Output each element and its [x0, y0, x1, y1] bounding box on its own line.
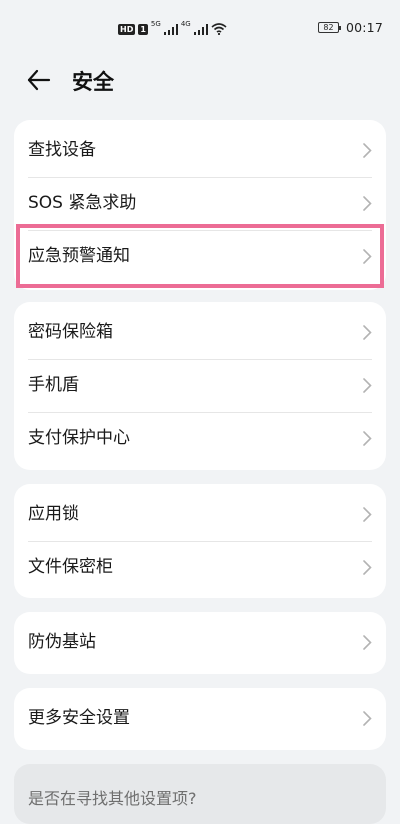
network-type-2: 4G — [180, 20, 191, 28]
chevron-right-icon — [363, 711, 372, 726]
chevron-right-icon — [363, 378, 372, 393]
settings-group-2: 密码保险箱 手机盾 支付保护中心 — [14, 302, 386, 470]
chevron-right-icon — [363, 249, 372, 264]
chevron-right-icon — [363, 635, 372, 650]
hint-text: 是否在寻找其他设置项? — [28, 789, 197, 808]
signal-icon — [193, 23, 208, 35]
network-indicators: HD 1 5G 4G — [118, 20, 227, 37]
chevron-right-icon — [363, 431, 372, 446]
sos-emergency-item[interactable]: SOS 紧急求助 — [14, 177, 386, 230]
item-label: SOS 紧急求助 — [28, 193, 137, 213]
network-type-1: 5G — [150, 20, 161, 28]
chevron-right-icon — [363, 325, 372, 340]
anti-fake-base-station-item[interactable]: 防伪基站 — [14, 616, 386, 669]
sim-badge: 1 — [138, 23, 148, 35]
battery-icon: 82 — [317, 22, 341, 33]
chevron-right-icon — [363, 560, 372, 575]
item-label: 查找设备 — [28, 140, 96, 160]
item-label: 更多安全设置 — [28, 708, 130, 728]
page-title: 安全 — [72, 70, 114, 94]
emergency-alert-item[interactable]: 应急预警通知 — [14, 230, 386, 283]
settings-group-3: 应用锁 文件保密柜 — [14, 484, 386, 598]
find-device-item[interactable]: 查找设备 — [14, 124, 386, 177]
item-label: 手机盾 — [28, 375, 79, 395]
item-label: 密码保险箱 — [28, 322, 113, 342]
phone-shield-item[interactable]: 手机盾 — [14, 359, 386, 412]
search-settings-hint-card: 是否在寻找其他设置项? — [14, 764, 386, 824]
hd-badge: HD — [118, 23, 136, 35]
item-label: 文件保密柜 — [28, 557, 113, 577]
password-vault-item[interactable]: 密码保险箱 — [14, 306, 386, 359]
wifi-icon — [211, 23, 227, 35]
item-label: 支付保护中心 — [28, 428, 130, 448]
settings-group-1: 查找设备 SOS 紧急求助 应急预警通知 — [14, 120, 386, 290]
back-arrow-icon — [27, 69, 51, 91]
item-label: 应急预警通知 — [28, 246, 130, 266]
header: 安全 — [0, 58, 400, 104]
app-lock-item[interactable]: 应用锁 — [14, 488, 386, 541]
item-label: 防伪基站 — [28, 632, 96, 652]
chevron-right-icon — [363, 196, 372, 211]
status-bar: HD 1 5G 4G 82 00:17 — [0, 0, 400, 58]
settings-group-4: 防伪基站 — [14, 612, 386, 674]
status-right: 82 00:17 — [317, 20, 383, 35]
chevron-right-icon — [363, 507, 372, 522]
item-label: 应用锁 — [28, 504, 79, 524]
clock: 00:17 — [345, 20, 383, 35]
chevron-right-icon — [363, 143, 372, 158]
file-safe-item[interactable]: 文件保密柜 — [14, 541, 386, 594]
payment-protection-item[interactable]: 支付保护中心 — [14, 412, 386, 465]
signal-icon — [163, 23, 178, 35]
back-button[interactable] — [26, 67, 52, 93]
settings-group-5: 更多安全设置 — [14, 688, 386, 750]
more-security-settings-item[interactable]: 更多安全设置 — [14, 692, 386, 745]
